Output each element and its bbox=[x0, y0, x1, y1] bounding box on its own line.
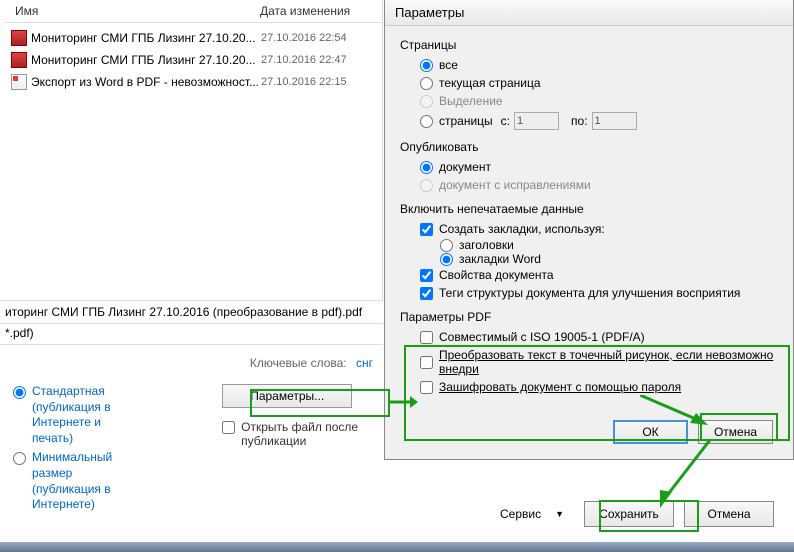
headings-radio[interactable] bbox=[440, 239, 453, 252]
save-options: Ключевые слова: снг Стандартная (публика… bbox=[5, 350, 383, 517]
pages-from-input[interactable] bbox=[514, 112, 559, 130]
keywords-value[interactable]: снг bbox=[356, 356, 373, 370]
publish-markup-label: документ с исправлениями bbox=[439, 178, 591, 192]
file-name: Мониторинг СМИ ГПБ Лизинг 27.10.20... bbox=[31, 53, 261, 67]
file-row[interactable]: Мониторинг СМИ ГПБ Лизинг 27.10.20... 27… bbox=[5, 49, 382, 71]
docprops-label[interactable]: Свойства документа bbox=[439, 268, 554, 282]
publish-doc-label[interactable]: документ bbox=[439, 160, 491, 174]
bookmarks-label[interactable]: Создать закладки, используя: bbox=[439, 222, 605, 236]
filename-field[interactable]: иторинг СМИ ГПБ Лизинг 27.10.2016 (преоб… bbox=[0, 300, 383, 324]
pages-current-radio[interactable] bbox=[420, 77, 433, 90]
column-date[interactable]: Дата изменения bbox=[260, 4, 380, 18]
file-row[interactable]: Мониторинг СМИ ГПБ Лизинг 27.10.20... 27… bbox=[5, 27, 382, 49]
optimize-minimal-label[interactable]: Минимальный размер (публикация в Интерне… bbox=[32, 450, 112, 512]
publish-markup-radio bbox=[420, 179, 433, 192]
structtags-checkbox[interactable] bbox=[420, 287, 433, 300]
pdf-icon bbox=[11, 52, 27, 68]
iso-checkbox[interactable] bbox=[420, 331, 433, 344]
keywords-label: Ключевые слова: bbox=[250, 356, 347, 370]
filter-field[interactable]: *.pdf) bbox=[0, 322, 383, 345]
pages-selection-radio bbox=[420, 95, 433, 108]
cancel-button[interactable]: Отмена bbox=[684, 501, 774, 527]
pages-to-input[interactable] bbox=[592, 112, 637, 130]
bitmap-label[interactable]: Преобразовать текст в точечный рисунок, … bbox=[439, 348, 778, 376]
pdfparams-section: Параметры PDF bbox=[400, 310, 778, 324]
encrypt-checkbox[interactable] bbox=[420, 381, 433, 394]
structtags-label[interactable]: Теги структуры документа для улучшения в… bbox=[439, 286, 740, 300]
iso-label[interactable]: Совместимый с ISO 19005-1 (PDF/A) bbox=[439, 330, 645, 344]
pages-all-label[interactable]: все bbox=[439, 58, 458, 72]
from-label: с: bbox=[501, 114, 510, 128]
taskbar bbox=[0, 542, 794, 552]
to-label: по: bbox=[571, 114, 588, 128]
pages-section: Страницы bbox=[400, 38, 778, 52]
ok-button[interactable]: ОК bbox=[613, 420, 688, 444]
word-icon bbox=[11, 74, 27, 90]
publish-section: Опубликовать bbox=[400, 140, 778, 154]
headings-label[interactable]: заголовки bbox=[459, 238, 514, 252]
file-row[interactable]: Экспорт из Word в PDF - невозможност... … bbox=[5, 71, 382, 93]
bitmap-checkbox[interactable] bbox=[420, 356, 433, 369]
encrypt-label[interactable]: Зашифровать документ с помощью пароля bbox=[439, 380, 681, 394]
service-menu[interactable]: Сервис bbox=[500, 507, 541, 521]
nonprint-section: Включить непечатаемые данные bbox=[400, 202, 778, 216]
word-bookmarks-label[interactable]: закладки Word bbox=[459, 252, 541, 266]
docprops-checkbox[interactable] bbox=[420, 269, 433, 282]
column-name[interactable]: Имя bbox=[5, 4, 260, 18]
file-name: Мониторинг СМИ ГПБ Лизинг 27.10.20... bbox=[31, 31, 261, 45]
pages-selection-label: Выделение bbox=[439, 94, 503, 108]
file-name: Экспорт из Word в PDF - невозможност... bbox=[31, 75, 261, 89]
open-after-checkbox[interactable] bbox=[222, 421, 235, 434]
optimize-standard-label[interactable]: Стандартная (публикация в Интернете и пе… bbox=[32, 384, 112, 446]
save-button[interactable]: Сохранить bbox=[584, 501, 674, 527]
dialog-cancel-button[interactable]: Отмена bbox=[698, 420, 773, 444]
open-after-label[interactable]: Открыть файл после публикации bbox=[241, 420, 383, 448]
dialog-title: Параметры bbox=[385, 0, 793, 26]
word-bookmarks-radio[interactable] bbox=[440, 253, 453, 266]
pages-all-radio[interactable] bbox=[420, 59, 433, 72]
pdf-icon bbox=[11, 30, 27, 46]
file-date: 27.10.2016 22:15 bbox=[261, 76, 347, 88]
bookmarks-checkbox[interactable] bbox=[420, 223, 433, 236]
pages-current-label[interactable]: текущая страница bbox=[439, 76, 541, 90]
optimize-minimal-radio[interactable] bbox=[13, 452, 26, 465]
file-list-pane: Имя Дата изменения Мониторинг СМИ ГПБ Ли… bbox=[5, 0, 383, 300]
parameters-button[interactable]: Параметры... bbox=[222, 384, 352, 408]
optimize-standard-radio[interactable] bbox=[13, 386, 26, 399]
pages-range-radio[interactable] bbox=[420, 115, 433, 128]
publish-doc-radio[interactable] bbox=[420, 161, 433, 174]
chevron-down-icon[interactable]: ▼ bbox=[555, 509, 564, 519]
file-date: 27.10.2016 22:47 bbox=[261, 54, 347, 66]
pages-range-label[interactable]: страницы bbox=[439, 114, 493, 128]
file-date: 27.10.2016 22:54 bbox=[261, 32, 347, 44]
bottom-bar: Сервис ▼ Сохранить Отмена bbox=[500, 501, 774, 527]
parameters-dialog: Параметры Страницы все текущая страница … bbox=[384, 0, 794, 460]
